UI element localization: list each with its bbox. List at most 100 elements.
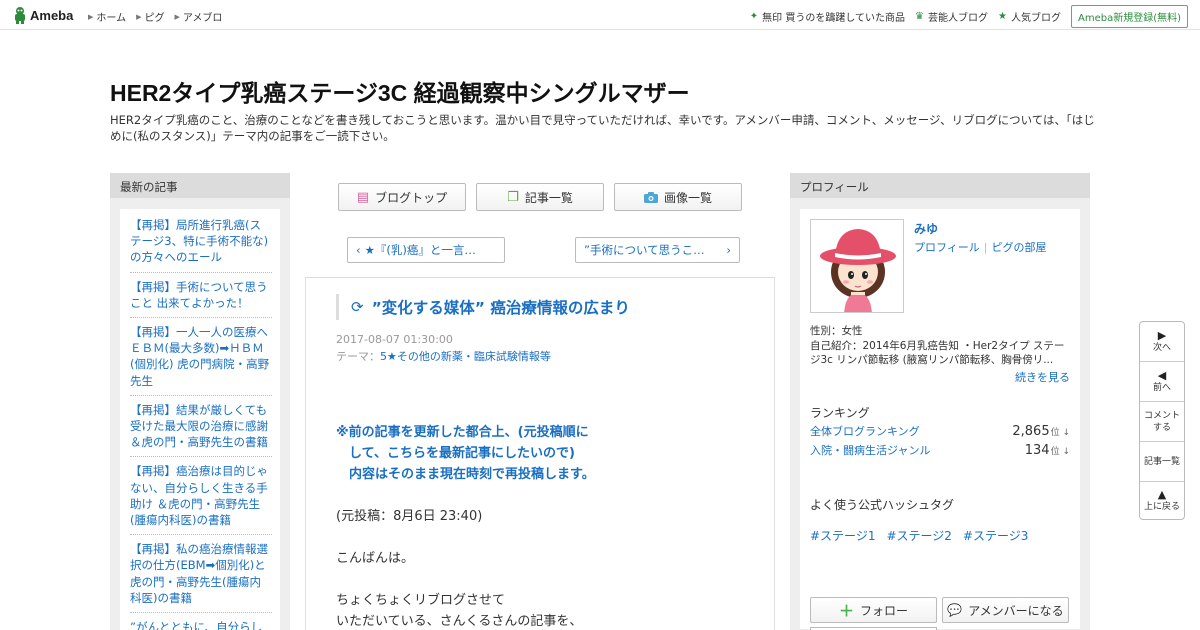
ranking-unit: 位 ↓ [1050,447,1070,457]
theme-link[interactable]: 5★その他の新薬・臨床試験情報等 [380,350,551,363]
article-notice: ※前の記事を更新した都合上、(元投稿順に して、こちらを最新記事にしたいので) … [336,422,595,485]
avatar-image [811,220,903,312]
chevron-left-icon: ‹ [356,243,361,257]
article-line: いただいている、さんくるさんの記事を、 [336,614,583,629]
prev-article-label: ★『(乳)癌』と一言… [364,243,476,257]
logo-text: Ameba [30,7,74,23]
read-more-link[interactable]: 続きを見る [1015,369,1070,385]
ranking-row: 全体ブログランキング 2,865位 ↓ [810,423,1070,439]
article: ⟳ ”変化する媒体” 癌治療情報の広まり 2017-08-07 01:30:00… [305,277,775,630]
blog-title[interactable]: HER2タイプ乳癌ステージ3C 経過観察中シングルマザー [110,74,690,108]
recent-article-item[interactable]: 【再掲】局所進行乳癌(ステージ3、特に手術不能な)の方々へのエール [130,217,272,273]
blog-top-label: ブログトップ [375,190,448,205]
ranking-label[interactable]: 全体ブログランキング [810,423,920,439]
recent-article-item[interactable]: ”がんとともに、自分らしく生きる ”虎の門・腫瘍内 [130,619,272,630]
caret-right-icon: ▶ [136,12,142,21]
recent-article-item[interactable]: 【再掲】結果が厳しくても受けた最大限の治療に感謝 ＆虎の門・高野先生の書籍 [130,402,272,458]
caret-right-icon: ▶ [88,12,94,21]
blog-description: HER2タイプ乳癌のこと、治療のことなどを書き残しておこうと思います。温かい目で… [110,113,1095,143]
recent-article-item[interactable]: 【再掲】手術について思うこと 出来てよかった！ [130,279,272,319]
popular-blog-link[interactable]: ★ 人気ブログ [998,9,1061,24]
article-line: ちょくちょくリブログさせて [336,593,506,608]
prev-article-button[interactable]: ◀ 前へ [1140,362,1184,402]
ranking-label[interactable]: 入院・闘病生活ジャンル [810,442,930,458]
blog-top-button[interactable]: ▤ ブログトップ [338,183,466,211]
next-article-link[interactable]: ”手術について思うこ… › [575,237,740,263]
profile-links: プロフィール | ピグの部屋 [914,239,1047,255]
recent-article-item[interactable]: 【再掲】癌治療は目的じゃない、自分らしく生きる手助け ＆虎の門・高野先生(腫瘍内… [130,463,272,536]
image-list-label: 画像一覧 [663,190,712,205]
play-right-icon: ▶ [1157,328,1167,342]
star-icon: ★ [998,11,1007,22]
comment-button[interactable]: コメントする [1140,402,1184,442]
recent-article-item[interactable]: 【再掲】一人一人の医療へ ＥＢＭ(最大多数)➡ＨＢＭ(個別化) 虎の門病院・高野… [130,324,272,396]
ranking-row: 入院・闘病生活ジャンル 134位 ↓ [810,442,1070,458]
blog-nav-buttons: ▤ ブログトップ ❐ 記事一覧 画像一覧 [338,183,752,211]
nav-ameblo[interactable]: ▶ アメブロ [174,9,222,25]
nav-home[interactable]: ▶ ホーム [88,9,126,25]
article-date: 2017-08-07 01:30:00 [336,333,453,346]
recent-article-item[interactable]: 【再掲】私の癌治療情報選択の仕方(EBM➡個別化)と虎の門・高野先生(腫瘍内科医… [130,541,272,614]
image-list-button[interactable]: 画像一覧 [614,183,742,211]
crown-icon: ♛ [915,11,925,22]
hashtag-link[interactable]: #ステージ2 [886,527,951,544]
notice-line: 内容はそのまま現在時刻で再投稿します。 [336,467,595,482]
popular-blog-label: 人気ブログ [1010,13,1061,24]
chat-bubble-icon: 💬 [947,603,963,617]
article-title[interactable]: ”変化する媒体” 癌治療情報の広まり [372,296,630,318]
ameba-logo[interactable]: Ameba [13,6,73,24]
article-paragraph: (元投稿：8月6日 23:40) [336,509,483,524]
profile-panel: プロフィール みゆ プロフィール | ピグの部屋 性別：女性 自己紹介：2014… [790,173,1090,630]
celebrity-blog-link[interactable]: ♛ 芸能人ブログ [915,9,988,24]
copy-icon: ❐ [507,189,519,205]
profile-link[interactable]: プロフィール [914,241,980,254]
link-separator: | [983,241,988,254]
hashtag-link[interactable]: #ステージ3 [963,527,1028,544]
ranking-unit: 位 ↓ [1050,428,1070,438]
profile-heading: プロフィール [790,173,1090,198]
profile-intro: 自己紹介：2014年6月乳癌告知 ・Her2タイプ ステージ3c リンパ節転移 … [810,339,1065,367]
notice-line: ※前の記事を更新した都合上、(元投稿順に [336,425,589,440]
plus-icon: ＋ [838,601,854,620]
trend-link-label: 無印 買うのを躊躇していた商品 [762,13,906,24]
hashtag-link[interactable]: #ステージ1 [810,527,875,544]
pigg-room-link[interactable]: ピグの部屋 [992,241,1047,254]
recent-articles-list: 【再掲】局所進行乳癌(ステージ3、特に手術不能な)の方々へのエール 【再掲】手術… [120,209,280,630]
ranking-value: 134位 ↓ [1025,443,1070,458]
recent-articles-heading: 最新の記事 [110,173,290,198]
register-button[interactable]: Ameba新規登録(無料) [1070,5,1188,28]
amember-button[interactable]: 💬 アメンバーになる [942,597,1069,623]
sparkle-icon: ✦ [749,11,759,22]
ranking-number: 134 [1024,443,1050,458]
recent-articles-panel: 最新の記事 【再掲】局所進行乳癌(ステージ3、特に手術不能な)の方々へのエール … [110,173,290,630]
next-article-button[interactable]: ▶ 次へ [1140,322,1184,362]
article-title-wrap: ⟳ ”変化する媒体” 癌治療情報の広まり [336,294,736,320]
avatar[interactable] [810,219,904,313]
caret-right-icon: ▶ [174,12,180,21]
profile-gender: 性別：女性 [810,325,863,337]
profile-box: みゆ プロフィール | ピグの部屋 性別：女性 自己紹介：2014年6月乳癌告知 ・… [800,209,1080,630]
trend-link[interactable]: ✦ 無印 買うのを躊躇していた商品 [750,9,905,24]
theme-prefix: テーマ： [336,350,380,363]
profile-info: 性別：女性 自己紹介：2014年6月乳癌告知 ・Her2タイプ ステージ3c リ… [810,324,1072,368]
next-article-label: ”手術について思うこ… [584,243,705,257]
reblog-icon: ⟳ [351,298,364,316]
follow-label: フォロー [860,603,909,618]
amember-label: アメンバーになる [968,603,1064,618]
back-to-top-label: 上に戻る [1143,501,1180,512]
back-to-top-button[interactable]: ▲ 上に戻る [1140,482,1184,519]
prev-article-link[interactable]: ‹ ★『(乳)癌』と一言… [347,237,505,263]
chevron-right-icon: › [726,243,731,257]
profile-name[interactable]: みゆ [914,220,938,237]
follow-button[interactable]: ＋ フォロー [810,597,937,623]
comment-label: コメントする [1143,410,1180,433]
nav-pigg-label: ピグ [144,13,165,24]
nav-pigg[interactable]: ▶ ピグ [136,9,165,25]
article-theme: テーマ：5★その他の新薬・臨床試験情報等 [336,348,551,364]
article-list-label: 記事一覧 [524,190,573,205]
play-left-icon: ◀ [1157,368,1167,382]
article-list-side-button[interactable]: 記事一覧 [1140,442,1184,482]
top-right-links: ✦ 無印 買うのを躊躇していた商品 ♛ 芸能人ブログ ★ 人気ブログ Ameba新規登… [750,5,1200,28]
triangle-up-icon: ▲ [1157,487,1167,501]
article-list-button[interactable]: ❐ 記事一覧 [476,183,604,211]
